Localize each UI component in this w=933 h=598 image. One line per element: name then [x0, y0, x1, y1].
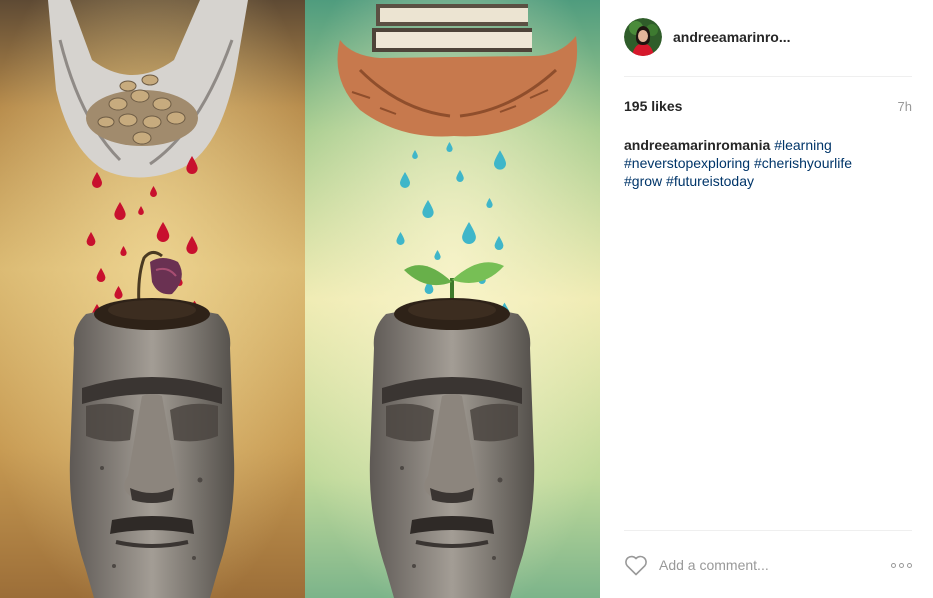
comment-bar	[624, 548, 912, 582]
moai-head-right	[367, 296, 537, 598]
post-details-panel: andreeamarinro... 195 likes 7h andreeama…	[600, 0, 933, 598]
likes-count[interactable]: 195 likes	[624, 98, 682, 114]
footer-divider	[624, 530, 912, 531]
more-options-icon[interactable]	[887, 561, 912, 570]
heart-icon[interactable]	[624, 554, 648, 576]
author-username[interactable]: andreeamarinro...	[673, 29, 791, 45]
comment-input[interactable]	[659, 557, 879, 573]
hashtag-link[interactable]: #learning	[774, 137, 832, 153]
hashtag-link[interactable]: #neverstopexploring	[624, 155, 750, 171]
post-header: andreeamarinro...	[624, 17, 912, 57]
hashtag-link[interactable]: #cherishyourlife	[754, 155, 852, 171]
post-timestamp[interactable]: 7h	[898, 99, 912, 114]
hashtag-link[interactable]: #futureistoday	[666, 173, 754, 189]
header-divider	[624, 76, 912, 77]
post-container: andreeamarinro... 195 likes 7h andreeama…	[0, 0, 933, 598]
books-stack	[372, 4, 532, 52]
hashtag-link[interactable]: #grow	[624, 173, 662, 189]
post-caption: andreeamarinromania #learning #neverstop…	[624, 136, 910, 190]
caption-username[interactable]: andreeamarinromania	[624, 137, 770, 153]
moai-head-left	[67, 296, 237, 598]
dot	[899, 562, 904, 568]
avatar[interactable]	[624, 18, 662, 56]
dot	[907, 562, 912, 568]
dot	[891, 562, 896, 568]
post-image[interactable]	[0, 0, 600, 598]
